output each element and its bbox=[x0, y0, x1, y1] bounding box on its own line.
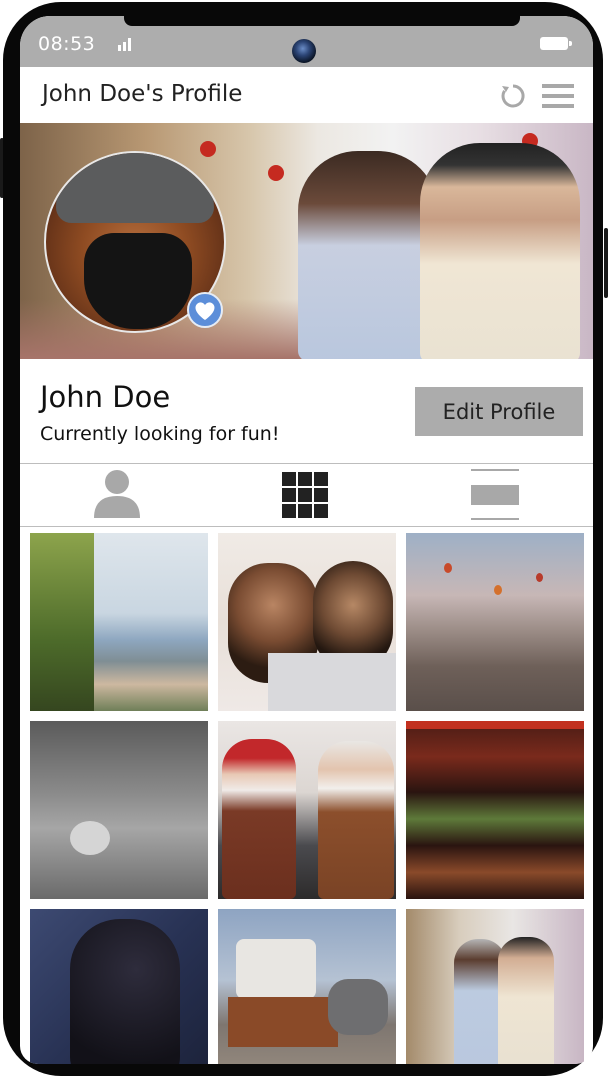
notch bbox=[124, 16, 520, 26]
tab-person[interactable] bbox=[92, 464, 142, 526]
photo-balloon bbox=[494, 585, 502, 595]
photo-thumbnail[interactable] bbox=[218, 721, 396, 899]
lantern-decoration bbox=[200, 141, 216, 157]
status-bar: 08:53 bbox=[20, 16, 593, 67]
tab-list[interactable] bbox=[471, 464, 519, 526]
photo-thumbnail[interactable] bbox=[30, 909, 208, 1064]
photo-laptop bbox=[268, 653, 396, 711]
profile-name: John Doe bbox=[40, 380, 171, 414]
lantern-decoration bbox=[268, 165, 284, 181]
photo-silhouette bbox=[70, 919, 180, 1064]
photo-cat bbox=[70, 821, 110, 855]
edit-profile-button[interactable]: Edit Profile bbox=[415, 387, 583, 436]
photo-thumbnail[interactable] bbox=[30, 721, 208, 899]
photo-thumbnail[interactable] bbox=[406, 909, 584, 1064]
screen: 08:53 John Doe's Profile John Doe Curren… bbox=[20, 16, 593, 1064]
divider bbox=[20, 526, 593, 527]
status-time: 08:53 bbox=[38, 33, 96, 55]
hamburger-menu-icon[interactable] bbox=[542, 84, 574, 108]
phone-frame: 08:53 John Doe's Profile John Doe Curren… bbox=[3, 2, 603, 1076]
grid-icon bbox=[282, 472, 328, 518]
photo-thumbnail[interactable] bbox=[218, 909, 396, 1064]
photo-thumbnail[interactable] bbox=[406, 533, 584, 711]
photo-man bbox=[318, 741, 394, 899]
power-button bbox=[604, 228, 608, 298]
signal-bars-icon bbox=[118, 38, 131, 51]
photo-person bbox=[498, 937, 554, 1064]
battery-icon bbox=[540, 37, 572, 50]
cover-person bbox=[298, 151, 438, 359]
app-bar: John Doe's Profile bbox=[20, 67, 593, 123]
avatar-mask bbox=[84, 233, 192, 329]
photo-tree bbox=[30, 533, 94, 711]
cover-person bbox=[420, 143, 580, 359]
photo-horse bbox=[328, 979, 388, 1035]
avatar-hat bbox=[56, 153, 214, 223]
profile-tagline: Currently looking for fun! bbox=[40, 423, 280, 445]
tab-grid[interactable] bbox=[282, 464, 330, 526]
photo-thumbnail[interactable] bbox=[406, 721, 584, 899]
person-icon bbox=[105, 470, 129, 494]
photo-carriage-top bbox=[236, 939, 316, 999]
heart-badge[interactable] bbox=[187, 292, 223, 328]
heart-icon bbox=[195, 302, 215, 320]
refresh-icon[interactable] bbox=[500, 83, 526, 109]
photo-man bbox=[222, 739, 296, 899]
front-camera bbox=[292, 39, 316, 63]
page-title: John Doe's Profile bbox=[42, 81, 243, 107]
photo-thumbnail[interactable] bbox=[30, 533, 208, 711]
photo-carriage bbox=[228, 997, 338, 1047]
photo-balloon bbox=[536, 573, 543, 582]
photo-thumbnail[interactable] bbox=[218, 533, 396, 711]
list-view-icon bbox=[471, 469, 519, 520]
photo-balloon bbox=[444, 563, 452, 573]
photo-shelf-light bbox=[406, 721, 584, 729]
